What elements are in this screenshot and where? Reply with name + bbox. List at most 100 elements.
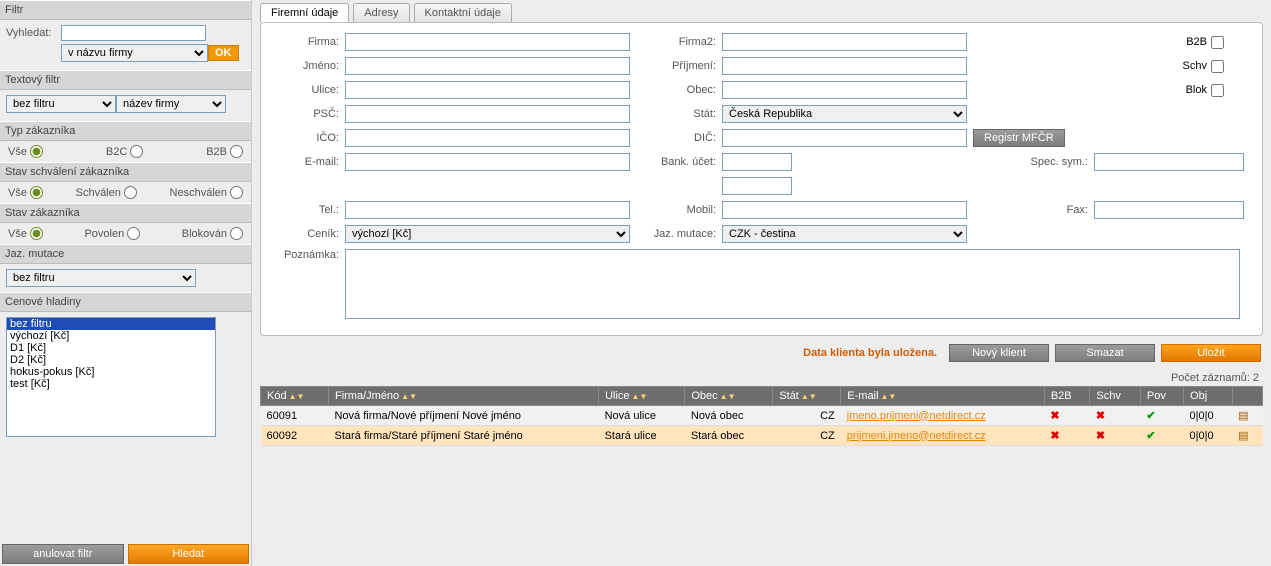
- b2b-checkbox[interactable]: [1211, 36, 1224, 49]
- col-obj[interactable]: Obj: [1184, 387, 1233, 406]
- firma2-field[interactable]: [722, 33, 967, 51]
- reset-filter-button[interactable]: anulovat filtr: [2, 544, 124, 564]
- list-item[interactable]: D2 [Kč]: [7, 354, 215, 366]
- hdr-stavschv: Stav schválení zákazníka: [0, 162, 251, 182]
- save-button[interactable]: Uložit: [1161, 344, 1261, 362]
- radio-schv-vse[interactable]: Vše: [8, 186, 43, 199]
- filter-panel: Filtr Vyhledat: v názvu firmy OK Textový…: [0, 0, 252, 566]
- schv-checkbox[interactable]: [1211, 60, 1224, 73]
- col-firma[interactable]: Firma/Jméno▲▼: [328, 387, 598, 406]
- blok-checkbox[interactable]: [1211, 84, 1224, 97]
- radio-schv-ne[interactable]: Neschválen: [170, 186, 243, 199]
- label-specsym: Spec. sym.:: [1008, 156, 1088, 168]
- form-card: Firma: Firma2: B2B Jméno: Příjmení: Schv…: [260, 22, 1263, 336]
- record-count: Počet záznamů: 2: [252, 370, 1271, 386]
- psc-field[interactable]: [345, 105, 630, 123]
- bankucet-field[interactable]: [722, 153, 792, 171]
- table-row[interactable]: 60092 Stará firma/Staré příjmení Staré j…: [261, 426, 1263, 446]
- col-schv[interactable]: Schv: [1090, 387, 1141, 406]
- stat-select[interactable]: Česká Republika: [722, 105, 967, 123]
- col-stat[interactable]: Stát▲▼: [773, 387, 841, 406]
- col-pov[interactable]: Pov: [1140, 387, 1183, 406]
- jazmutace-select[interactable]: CZK - čestina: [722, 225, 967, 243]
- poznamka-field[interactable]: [345, 249, 1240, 319]
- mobil-field[interactable]: [722, 201, 967, 219]
- radio-schv-ano[interactable]: Schválen: [76, 186, 137, 199]
- dic-field[interactable]: [722, 129, 967, 147]
- list-item[interactable]: výchozí [Kč]: [7, 330, 215, 342]
- obec-field[interactable]: [722, 81, 967, 99]
- new-client-button[interactable]: Nový klient: [949, 344, 1049, 362]
- check-icon: ✔: [1146, 410, 1155, 422]
- textfilter-mode-select[interactable]: bez filtru: [6, 95, 116, 113]
- label-schv: Schv: [1183, 60, 1207, 72]
- x-icon: ✖: [1096, 430, 1105, 442]
- tab-firemni[interactable]: Firemní údaje: [260, 3, 349, 22]
- hdr-filtr: Filtr: [0, 0, 251, 20]
- registr-button[interactable]: Registr MFČR: [973, 129, 1065, 147]
- hdr-typzak: Typ zákazníka: [0, 121, 251, 141]
- saved-message: Data klienta byla uložena.: [803, 347, 937, 359]
- col-ulice[interactable]: Ulice▲▼: [599, 387, 685, 406]
- detail-icon[interactable]: ▤: [1238, 410, 1248, 422]
- list-item[interactable]: bez filtru: [7, 318, 215, 330]
- results-table: Kód▲▼ Firma/Jméno▲▼ Ulice▲▼ Obec▲▼ Stát▲…: [260, 386, 1263, 446]
- tab-kontakt[interactable]: Kontaktní údaje: [414, 3, 512, 22]
- specsym-field[interactable]: [1094, 153, 1244, 171]
- col-b2b[interactable]: B2B: [1044, 387, 1090, 406]
- hdr-cenhl: Cenové hladiny: [0, 292, 251, 312]
- radio-typ-b2b[interactable]: B2B: [206, 145, 243, 158]
- tel-field[interactable]: [345, 201, 630, 219]
- list-item[interactable]: D1 [Kč]: [7, 342, 215, 354]
- label-bankucet: Bank. účet:: [636, 156, 716, 168]
- tab-adresy[interactable]: Adresy: [353, 3, 409, 22]
- ico-field[interactable]: [345, 129, 630, 147]
- table-row[interactable]: 60091 Nová firma/Nové příjmení Nové jmén…: [261, 406, 1263, 426]
- jmeno-field[interactable]: [345, 57, 630, 75]
- detail-icon[interactable]: ▤: [1238, 430, 1248, 442]
- tab-bar: Firemní údaje Adresy Kontaktní údaje: [252, 0, 1271, 22]
- col-obec[interactable]: Obec▲▼: [685, 387, 773, 406]
- jazmut-select[interactable]: bez filtru: [6, 269, 196, 287]
- label-ico: IČO:: [279, 132, 339, 144]
- email-field[interactable]: [345, 153, 630, 171]
- email-link[interactable]: jmeno.prijmeni@netdirect.cz: [847, 410, 986, 422]
- email-link[interactable]: prijmeni.jmeno@netdirect.cz: [847, 430, 986, 442]
- search-in-select[interactable]: v názvu firmy: [61, 44, 208, 62]
- ulice-field[interactable]: [345, 81, 630, 99]
- label-psc: PSČ:: [279, 108, 339, 120]
- label-jmeno: Jméno:: [279, 60, 339, 72]
- label-blok: Blok: [1186, 84, 1207, 96]
- list-item[interactable]: hokus-pokus [Kč]: [7, 366, 215, 378]
- list-item[interactable]: test [Kč]: [7, 378, 215, 390]
- check-icon: ✔: [1146, 430, 1155, 442]
- label-cenik: Ceník:: [279, 228, 339, 240]
- fax-field[interactable]: [1094, 201, 1244, 219]
- prijmeni-field[interactable]: [722, 57, 967, 75]
- search-button[interactable]: Hledat: [128, 544, 250, 564]
- label-stat: Stát:: [636, 108, 716, 120]
- label-poznamka: Poznámka:: [279, 249, 339, 261]
- radio-stav-blok[interactable]: Blokován: [182, 227, 243, 240]
- label-b2b: B2B: [1186, 36, 1207, 48]
- cenik-select[interactable]: výchozí [Kč]: [345, 225, 630, 243]
- search-input[interactable]: [61, 25, 206, 41]
- label-firma2: Firma2:: [636, 36, 716, 48]
- bankucet2-field[interactable]: [722, 177, 792, 195]
- hdr-textfiltr: Textový filtr: [0, 70, 251, 90]
- label-tel: Tel.:: [279, 204, 339, 216]
- radio-stav-pov[interactable]: Povolen: [84, 227, 140, 240]
- firma-field[interactable]: [345, 33, 630, 51]
- col-kod[interactable]: Kód▲▼: [261, 387, 329, 406]
- x-icon: ✖: [1050, 410, 1059, 422]
- radio-typ-vse[interactable]: Vše: [8, 145, 43, 158]
- textfilter-field-select[interactable]: název firmy: [116, 95, 226, 113]
- radio-stav-vse[interactable]: Vše: [8, 227, 43, 240]
- radio-typ-b2c[interactable]: B2C: [106, 145, 143, 158]
- label-ulice: Ulice:: [279, 84, 339, 96]
- col-email[interactable]: E-mail▲▼: [841, 387, 1045, 406]
- x-icon: ✖: [1050, 430, 1059, 442]
- search-ok-button[interactable]: OK: [208, 45, 239, 61]
- price-level-listbox[interactable]: bez filtru výchozí [Kč] D1 [Kč] D2 [Kč] …: [6, 317, 216, 437]
- delete-button[interactable]: Smazat: [1055, 344, 1155, 362]
